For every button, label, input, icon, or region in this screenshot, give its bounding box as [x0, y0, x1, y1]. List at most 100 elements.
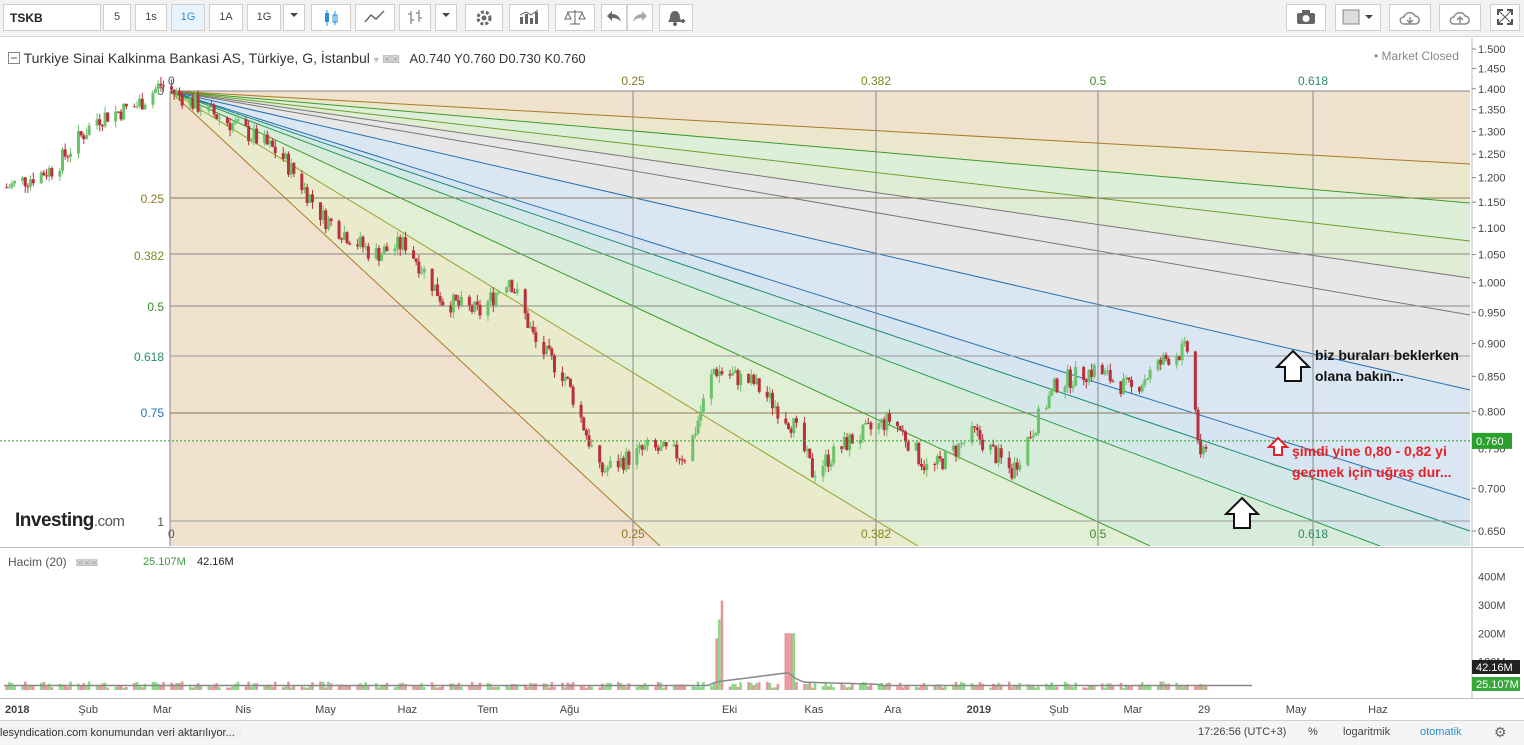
collapse-icon[interactable]: [8, 52, 20, 64]
compare-scale-icon: [564, 10, 586, 25]
candle-body: [973, 426, 977, 428]
candle-body: [178, 90, 182, 95]
candle-body: [1015, 462, 1019, 470]
candle-body: [805, 448, 809, 452]
time-tick-label: Mar: [152, 704, 172, 716]
undo-button[interactable]: [601, 4, 627, 31]
chart-type-dropdown-button[interactable]: [435, 4, 457, 31]
volume-bar: [226, 687, 229, 690]
volume-bar: [468, 685, 471, 690]
price-tick-label: 1.300: [1478, 126, 1506, 138]
candle-body: [568, 378, 572, 387]
candle-body: [398, 237, 402, 250]
log-scale-toggle[interactable]: logaritmik: [1343, 726, 1390, 738]
visibility-icon[interactable]: ◙◙: [383, 50, 400, 66]
interval-1g-button[interactable]: 1G: [171, 4, 205, 31]
candle-body: [715, 369, 719, 377]
volume-bar: [792, 633, 796, 690]
interval-1g2-button[interactable]: 1G: [247, 4, 281, 31]
gear-icon[interactable]: ⚙: [1494, 724, 1507, 741]
annotation-red[interactable]: şimdi yine 0,80 - 0,82 yi geçmek için uğ…: [1292, 441, 1467, 483]
candle-body: [1055, 378, 1059, 393]
candle-body: [172, 89, 176, 94]
candle-body: [579, 404, 583, 418]
candlestick-icon: [325, 10, 338, 26]
loading-status: lesyndication.com konumundan veri aktarı…: [0, 727, 241, 739]
candle-body: [1026, 437, 1030, 466]
volume-panel[interactable]: 400M300M200M100M42.16M25.107M Hacim (20)…: [0, 547, 1524, 698]
auto-scale-toggle[interactable]: otomatik: [1420, 726, 1462, 738]
screenshot-button[interactable]: [1286, 4, 1326, 31]
fullscreen-button[interactable]: [1490, 4, 1520, 31]
candle-body: [925, 463, 929, 471]
interval-dropdown-button[interactable]: [283, 4, 305, 31]
layout-button[interactable]: [1335, 4, 1381, 31]
time-axis[interactable]: 2018 Şub Mar Nis May Haz Tem Ağu Eki Kas Ara 2019 Şu…: [0, 698, 1524, 720]
area-chart-button[interactable]: [355, 4, 395, 31]
candle-body: [813, 476, 817, 478]
volume-bar: [1119, 682, 1123, 690]
candle-body: [385, 246, 389, 252]
candle-body: [709, 374, 713, 399]
volume-bar: [635, 686, 639, 690]
candle-body: [975, 427, 979, 431]
volume-bar: [606, 682, 609, 690]
fib-time-label: 0.25: [621, 527, 645, 541]
price-chart[interactable]: 000.250.250.3820.3820.50.50.6180.61800.2…: [0, 38, 1524, 546]
price-tick-label: 1.250: [1478, 149, 1506, 161]
volume-bar: [888, 682, 891, 690]
save-button[interactable]: [1439, 4, 1481, 31]
volume-bar: [1196, 685, 1200, 690]
ohlc-bars-button[interactable]: [399, 4, 431, 31]
interval-1a-button[interactable]: 1A: [209, 4, 243, 31]
volume-bar: [659, 682, 663, 690]
volume-settings-icon[interactable]: ◙◙◙: [76, 555, 98, 569]
volume-bar: [851, 683, 854, 690]
interval-1s-button[interactable]: 1s: [135, 4, 167, 31]
load-button[interactable]: [1389, 4, 1431, 31]
candle-body: [231, 123, 235, 131]
candle-body: [880, 419, 884, 423]
candle-body: [271, 140, 275, 147]
redo-button[interactable]: [627, 4, 653, 31]
compare-button[interactable]: [555, 4, 595, 31]
fib-time-label: 0.5: [1090, 527, 1107, 541]
candle-body: [978, 430, 982, 440]
candle-body: [412, 250, 416, 259]
percent-toggle[interactable]: %: [1308, 726, 1318, 738]
candle-body: [420, 272, 424, 274]
volume-bar: [1047, 685, 1051, 690]
volume-bar: [845, 687, 849, 690]
candle-body: [310, 194, 314, 203]
volume-bar: [460, 686, 463, 690]
volume-bar: [914, 686, 918, 690]
candle-body: [515, 289, 519, 294]
annotation-black[interactable]: biz buraları beklerken olana bakın...: [1315, 345, 1475, 387]
volume-bar: [747, 681, 750, 690]
volume-canvas[interactable]: 400M300M200M100M42.16M25.107M: [0, 548, 1524, 698]
volume-bar: [476, 686, 479, 690]
candlestick-button[interactable]: [311, 4, 351, 31]
time-tick-label: Ağu: [559, 704, 580, 716]
symbol-input[interactable]: TSKB: [3, 4, 101, 31]
candle-body: [526, 313, 530, 328]
candle-body: [358, 236, 362, 247]
volume-bar: [640, 685, 644, 690]
settings-button[interactable]: [465, 4, 503, 31]
indicators-button[interactable]: [509, 4, 549, 31]
alert-button[interactable]: [659, 4, 693, 31]
volume-bar: [215, 683, 219, 690]
candle-body: [898, 425, 902, 430]
time-tick-label: 2019: [966, 704, 992, 716]
candle-body: [789, 428, 793, 433]
candle-body: [438, 295, 442, 302]
volume-bar: [975, 686, 979, 690]
chevron-down-icon[interactable]: ▾: [374, 55, 379, 66]
candle-body: [1066, 369, 1070, 387]
candle-body: [999, 448, 1003, 458]
interval-5-button[interactable]: 5: [103, 4, 131, 31]
volume-bar: [263, 685, 266, 690]
volume-bar: [720, 600, 724, 690]
candle-body: [170, 86, 174, 90]
candle-body: [824, 454, 828, 467]
